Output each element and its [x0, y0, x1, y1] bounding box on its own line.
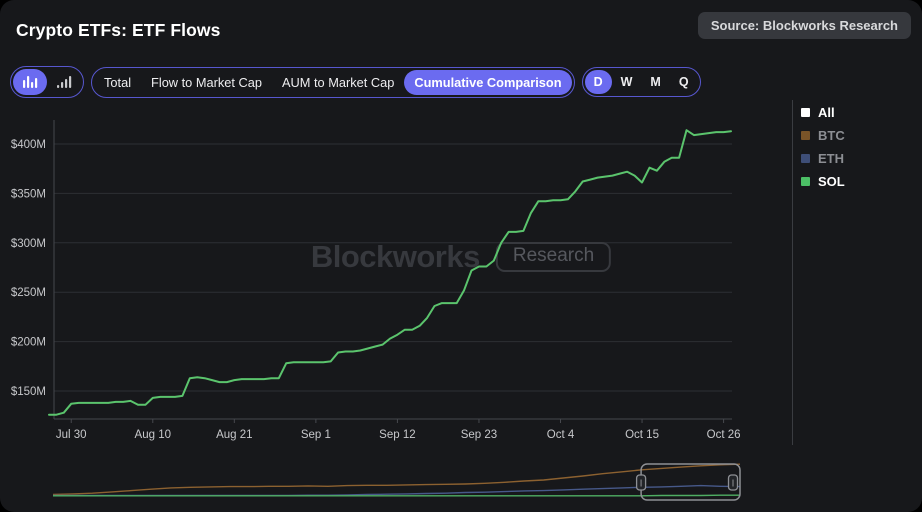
svg-text:Sep 12: Sep 12 [379, 429, 415, 441]
legend-label: ETH [818, 151, 844, 166]
legend: All BTC ETH SOL [801, 105, 845, 189]
svg-text:Oct 4: Oct 4 [547, 429, 575, 441]
legend-item-all[interactable]: All [801, 105, 845, 120]
brush-right-handle[interactable] [729, 475, 738, 490]
toolbar: Total Flow to Market Cap AUM to Market C… [10, 66, 701, 98]
ascending-bars-chart-button[interactable] [47, 69, 81, 95]
svg-text:Aug 10: Aug 10 [135, 429, 171, 441]
svg-text:Jul 30: Jul 30 [56, 429, 87, 441]
navigator-sol-line [53, 495, 740, 496]
sol-series-line [49, 130, 731, 415]
tab-aum-to-market-cap[interactable]: AUM to Market Cap [272, 70, 404, 95]
svg-text:Sep 1: Sep 1 [301, 429, 331, 441]
frequency-weekly-button[interactable]: W [612, 70, 642, 94]
crypto-etf-flows-card: Crypto ETFs: ETF Flows Source: Blockwork… [0, 0, 922, 512]
legend-item-btc[interactable]: BTC [801, 128, 845, 143]
watermark: Blockworks Research [311, 239, 611, 275]
grouped-bars-chart-button[interactable] [13, 69, 47, 95]
svg-text:$250M: $250M [11, 287, 46, 299]
ascending-bars-icon [56, 75, 72, 89]
metric-tabs: Total Flow to Market Cap AUM to Market C… [91, 67, 575, 98]
svg-text:$400M: $400M [11, 139, 46, 151]
frequency-daily-button[interactable]: D [585, 70, 612, 94]
svg-text:Sep 23: Sep 23 [461, 429, 497, 441]
btc-swatch-icon [801, 131, 810, 140]
frequency-monthly-button[interactable]: M [641, 70, 669, 94]
sol-swatch-icon [801, 177, 810, 186]
svg-text:$150M: $150M [11, 386, 46, 398]
page-title: Crypto ETFs: ETF Flows [16, 20, 220, 41]
legend-item-sol[interactable]: SOL [801, 174, 845, 189]
legend-label: All [818, 105, 835, 120]
svg-text:$300M: $300M [11, 238, 46, 250]
svg-text:Oct 26: Oct 26 [707, 429, 741, 441]
frequency-toggle: D W M Q [582, 67, 701, 97]
grouped-bars-icon [22, 75, 38, 89]
legend-label: BTC [818, 128, 845, 143]
svg-text:Aug 21: Aug 21 [216, 429, 252, 441]
watermark-research-badge: Research [496, 242, 611, 272]
svg-text:$350M: $350M [11, 188, 46, 200]
tab-cumulative-comparison[interactable]: Cumulative Comparison [404, 70, 571, 95]
eth-swatch-icon [801, 154, 810, 163]
legend-label: SOL [818, 174, 845, 189]
tab-total[interactable]: Total [94, 70, 141, 95]
legend-item-eth[interactable]: ETH [801, 151, 845, 166]
source-badge[interactable]: Source: Blockworks Research [698, 12, 911, 39]
svg-text:Oct 15: Oct 15 [625, 429, 659, 441]
tab-flow-to-market-cap[interactable]: Flow to Market Cap [141, 70, 272, 95]
chart-type-toggle [10, 66, 84, 98]
legend-divider [792, 100, 793, 445]
watermark-brand: Blockworks [311, 239, 480, 275]
navigator-brush[interactable] [641, 464, 740, 500]
brush-left-handle[interactable] [637, 475, 646, 490]
frequency-quarterly-button[interactable]: Q [670, 70, 698, 94]
svg-text:$200M: $200M [11, 337, 46, 349]
all-swatch-icon [801, 108, 810, 117]
